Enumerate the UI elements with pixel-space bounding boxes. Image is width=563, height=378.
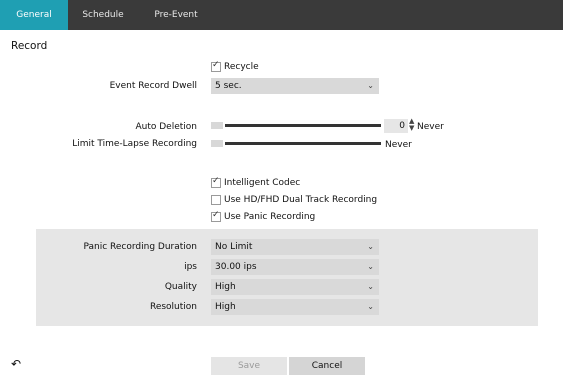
cancel-button[interactable]: Cancel	[289, 357, 365, 375]
checkbox-checked-icon	[211, 60, 221, 72]
chevron-down-icon: ⌄	[367, 81, 374, 90]
resolution-select[interactable]: High ⌄	[211, 299, 379, 315]
chevron-down-icon: ⌄	[367, 302, 374, 311]
auto-deletion-label: Auto Deletion	[135, 122, 197, 132]
limit-timelapse-slider[interactable]	[211, 138, 381, 150]
quality-select[interactable]: High ⌄	[211, 279, 379, 295]
auto-deletion-never: Never	[417, 122, 444, 132]
checkbox-checked-icon	[211, 176, 221, 188]
ips-select[interactable]: 30.00 ips ⌄	[211, 259, 379, 275]
panic-recording-checkbox[interactable]: Use Panic Recording	[211, 210, 316, 222]
spin-arrows[interactable]: ▲ ▼	[409, 118, 417, 132]
spin-down-icon[interactable]: ▼	[409, 125, 417, 132]
panic-duration-select[interactable]: No Limit ⌄	[211, 239, 379, 255]
event-record-dwell-label: Event Record Dwell	[109, 81, 197, 91]
event-record-dwell-select[interactable]: 5 sec. ⌄	[211, 78, 379, 94]
slider-track	[225, 142, 381, 145]
quality-value: High	[215, 282, 236, 292]
auto-deletion-spinbox[interactable]: 0	[384, 119, 408, 133]
recycle-checkbox[interactable]: Recycle	[211, 60, 259, 72]
slider-track	[225, 124, 381, 127]
save-button[interactable]: Save	[211, 357, 287, 375]
tab-pre-event[interactable]: Pre-Event	[138, 0, 214, 30]
checkbox-checked-icon	[211, 210, 221, 222]
back-arrow-icon[interactable]: ↶	[11, 357, 25, 371]
auto-deletion-slider[interactable]	[211, 120, 381, 132]
ips-label: ips	[184, 262, 197, 272]
dual-track-checkbox[interactable]: Use HD/FHD Dual Track Recording	[211, 195, 377, 205]
intelligent-codec-checkbox[interactable]: Intelligent Codec	[211, 176, 301, 188]
limit-timelapse-never: Never	[385, 140, 412, 150]
chevron-down-icon: ⌄	[367, 282, 374, 291]
panic-recording-label: Use Panic Recording	[224, 212, 316, 222]
section-title: Record	[11, 40, 48, 52]
slider-handle[interactable]	[211, 122, 223, 129]
quality-label: Quality	[164, 282, 197, 292]
dual-track-label: Use HD/FHD Dual Track Recording	[224, 195, 378, 205]
checkbox-unchecked-icon	[211, 195, 221, 205]
resolution-label: Resolution	[149, 302, 197, 312]
tab-general[interactable]: General	[0, 0, 68, 30]
panic-duration-label: Panic Recording Duration	[83, 242, 197, 252]
record-settings-window: General Schedule Pre-Event Record Recycl…	[0, 0, 563, 378]
tab-bar: General Schedule Pre-Event	[0, 0, 563, 30]
tab-schedule[interactable]: Schedule	[68, 0, 138, 30]
intelligent-codec-label: Intelligent Codec	[224, 178, 301, 188]
ips-value: 30.00 ips	[215, 262, 257, 272]
recycle-label: Recycle	[224, 62, 259, 72]
resolution-value: High	[215, 302, 236, 312]
slider-handle[interactable]	[211, 140, 223, 147]
auto-deletion-value: 0	[399, 121, 405, 131]
panic-duration-value: No Limit	[215, 242, 253, 252]
event-record-dwell-value: 5 sec.	[215, 81, 242, 91]
chevron-down-icon: ⌄	[367, 262, 374, 271]
limit-timelapse-label: Limit Time-Lapse Recording	[72, 139, 197, 149]
chevron-down-icon: ⌄	[367, 242, 374, 251]
